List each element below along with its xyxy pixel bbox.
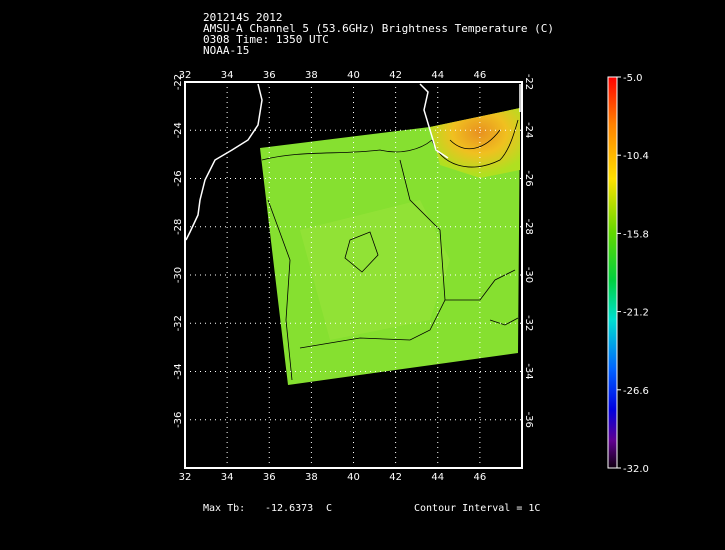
colorbar-label: -21.2 — [623, 308, 649, 319]
x-tick-bottom: 46 — [474, 472, 487, 483]
y-tick-left: -26 — [173, 170, 184, 186]
y-tick-right: -22 — [523, 74, 534, 90]
y-tick-right: -24 — [523, 122, 534, 138]
colorbar — [607, 76, 618, 469]
y-tick-left: -34 — [173, 363, 184, 379]
x-tick-top: 42 — [389, 70, 402, 81]
chart: 201214S 2012 AMSU-A Channel 5 (53.6GHz) … — [0, 0, 725, 550]
y-tick-right: -32 — [523, 315, 534, 331]
y-tick-right: -26 — [523, 170, 534, 186]
x-tick-top: 44 — [431, 70, 444, 81]
y-tick-left: -32 — [173, 315, 184, 331]
x-tick-bottom: 32 — [179, 472, 192, 483]
max-tb-unit: C — [326, 503, 333, 514]
colorbar-label: -26.6 — [623, 386, 649, 397]
y-tick-left: -24 — [173, 122, 184, 138]
max-tb-value: -12.6373 — [265, 503, 314, 514]
y-tick-right: -36 — [523, 412, 534, 428]
x-tick-bottom: 34 — [221, 472, 234, 483]
x-tick-bottom: 40 — [347, 472, 360, 483]
max-tb-label: Max Tb: — [203, 503, 246, 514]
y-tick-left: -22 — [173, 74, 184, 90]
y-tick-left: -30 — [173, 267, 184, 283]
map-plot: 32323434363638384040424244444646-22 -22-2… — [173, 70, 649, 483]
colorbar-label: -32.0 — [623, 464, 649, 475]
colorbar-label: -10.4 — [623, 151, 649, 162]
colorbar-labels: -5.0 -10.4 -15.8 -21.2 -26.6 -32.0 — [617, 73, 649, 475]
x-tick-top: 34 — [221, 70, 234, 81]
y-tick-left: -28 — [173, 219, 184, 235]
colorbar-label: -5.0 — [623, 73, 643, 84]
x-tick-bottom: 44 — [431, 472, 444, 483]
y-tick-right: -28 — [523, 219, 534, 235]
y-tick-right: -30 — [523, 267, 534, 283]
colorbar-label: -15.8 — [623, 229, 649, 240]
x-tick-top: 36 — [263, 70, 276, 81]
x-tick-bottom: 42 — [389, 472, 402, 483]
x-tick-bottom: 38 — [305, 472, 318, 483]
y-tick-left: -36 — [173, 412, 184, 428]
x-tick-top: 40 — [347, 70, 360, 81]
y-tick-right: -34 — [523, 363, 534, 379]
x-tick-bottom: 36 — [263, 472, 276, 483]
x-tick-top: 38 — [305, 70, 318, 81]
contour-interval: Contour Interval = 1C — [414, 503, 541, 514]
x-tick-top: 46 — [474, 70, 487, 81]
